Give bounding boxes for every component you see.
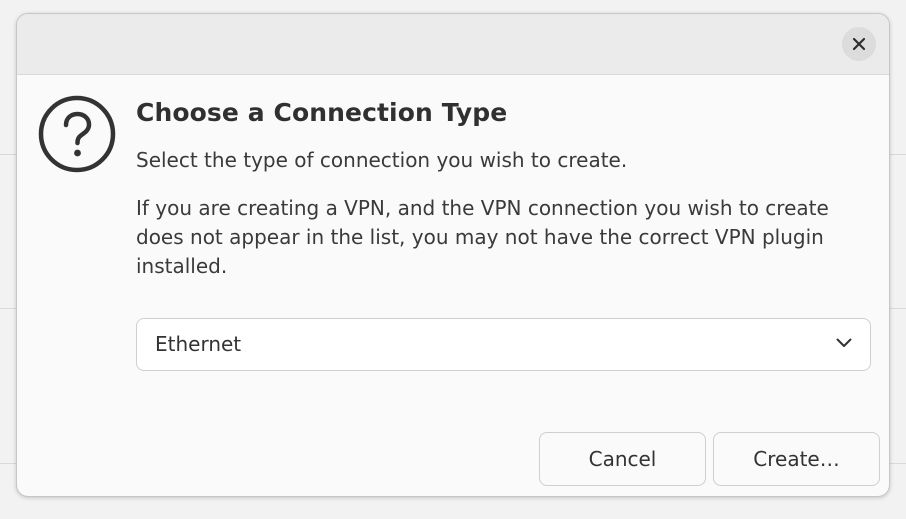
chevron-down-icon: [836, 338, 852, 347]
cancel-button[interactable]: Cancel: [539, 432, 706, 486]
vpn-info-text: If you are creating a VPN, and the VPN c…: [136, 196, 829, 278]
background-divider: [890, 463, 906, 464]
connection-type-dialog: Choose a Connection Type Select the type…: [16, 13, 890, 497]
connection-type-value: Ethernet: [155, 332, 242, 356]
background-divider: [890, 154, 906, 155]
dialog-heading: Choose a Connection Type: [136, 98, 508, 127]
background-divider: [0, 463, 16, 464]
dialog-subtext: Select the type of connection you wish t…: [136, 148, 628, 172]
background-divider: [0, 154, 16, 155]
question-icon: [37, 94, 117, 174]
create-button[interactable]: Create…: [713, 432, 880, 486]
close-button[interactable]: [842, 27, 876, 61]
dialog-content: Choose a Connection Type Select the type…: [136, 94, 876, 281]
background-divider: [0, 308, 16, 309]
connection-type-dropdown[interactable]: Ethernet: [136, 318, 871, 371]
background-divider: [890, 308, 906, 309]
close-icon: [852, 37, 866, 51]
dialog-titlebar: [17, 14, 889, 75]
